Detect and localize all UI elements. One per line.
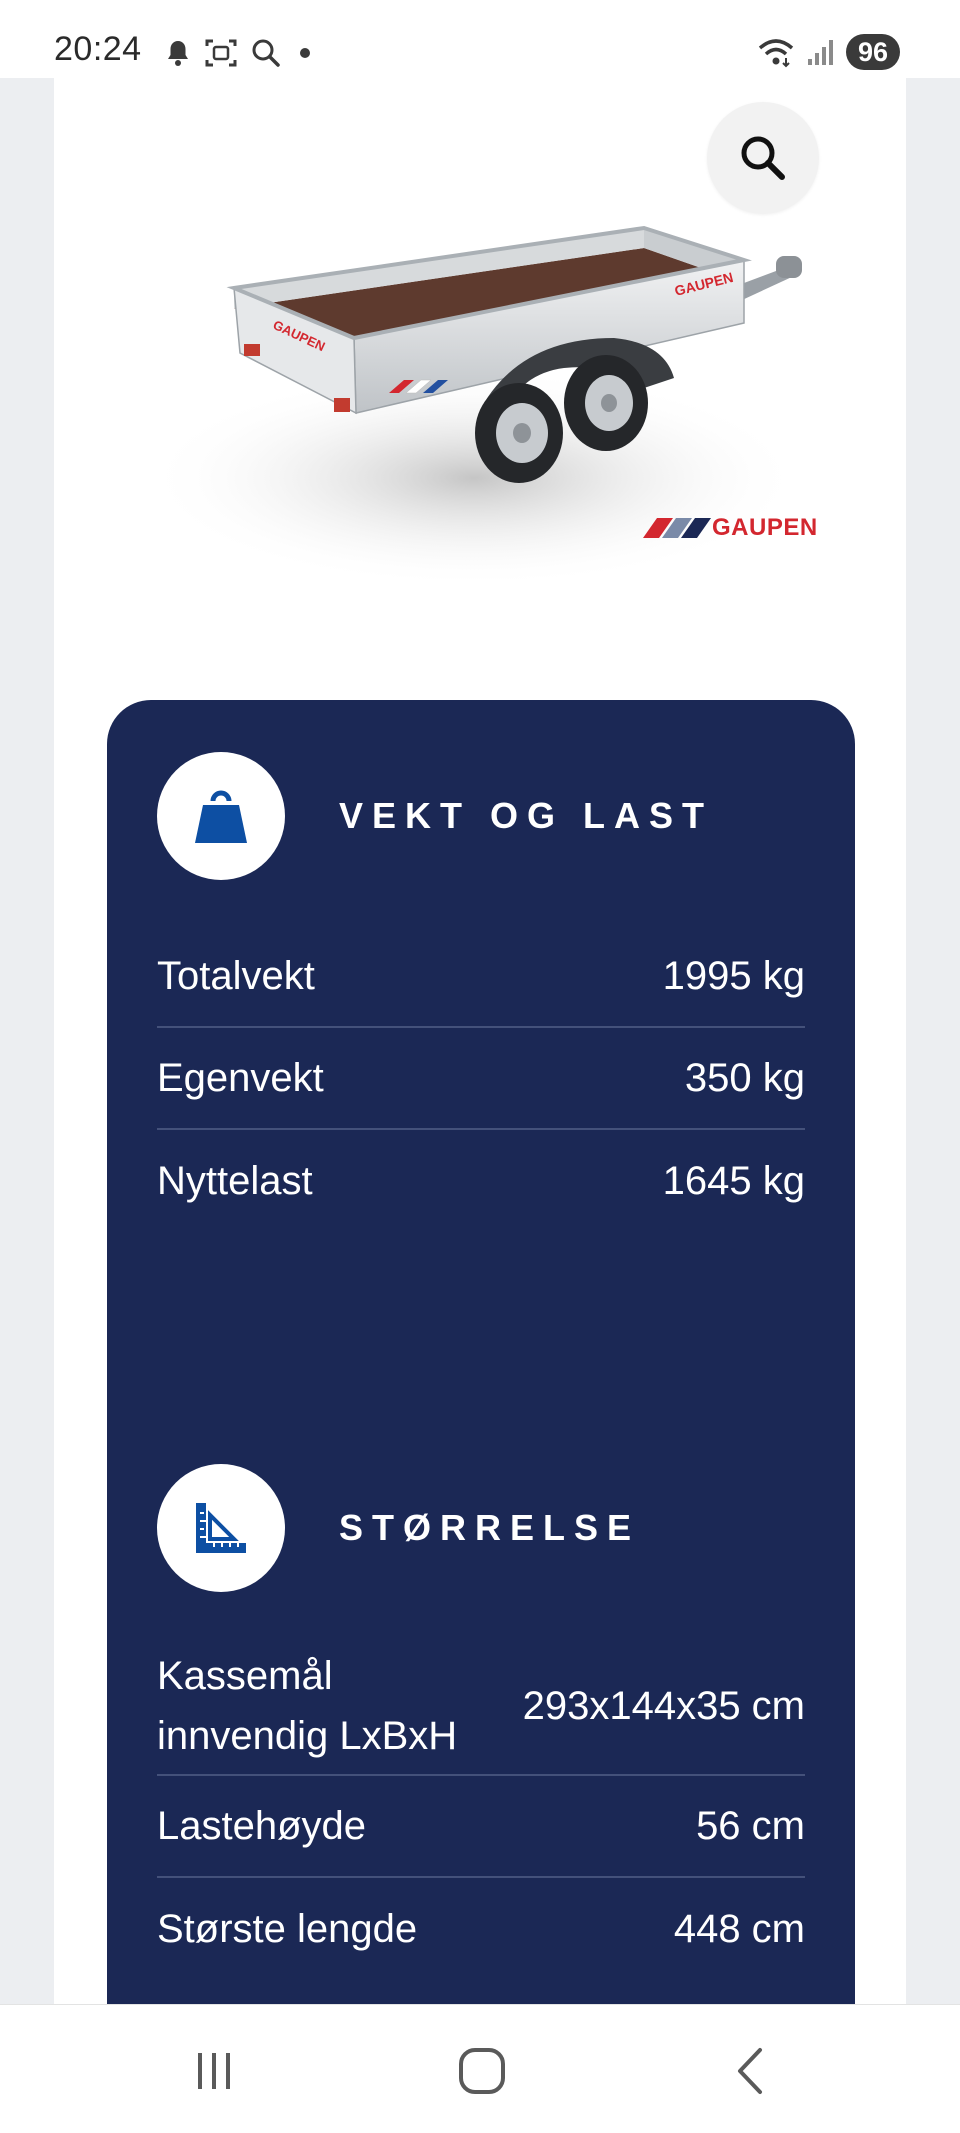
- size-section-title: STØRRELSE: [339, 1507, 641, 1548]
- spec-label: Lastehøyde: [157, 1804, 367, 1848]
- spec-label: Nyttelast: [157, 1159, 313, 1203]
- recent-apps-button[interactable]: [184, 2041, 244, 2101]
- home-button[interactable]: [452, 2041, 512, 2101]
- zoom-button[interactable]: [707, 102, 819, 214]
- spec-row-nyttelast: Nyttelast 1645 kg: [157, 1130, 805, 1232]
- status-icons-left: [165, 36, 315, 70]
- product-image[interactable]: GAUPEN GAUPEN: [144, 148, 864, 668]
- spec-value: 350 kg: [684, 1055, 805, 1100]
- ruler-icon: [196, 1503, 246, 1553]
- weight-section: VEKT OG LAST Totalvekt 1995 kg Egenvekt …: [157, 752, 805, 1232]
- size-section-header: STØRRELSE: [157, 1464, 805, 1592]
- spec-value: 448 cm: [673, 1906, 805, 1951]
- spec-row-egenvekt: Egenvekt 350 kg: [157, 1028, 805, 1130]
- home-icon: [459, 2048, 505, 2094]
- magnifier-icon: [741, 136, 785, 180]
- brand-stripes: [642, 518, 712, 538]
- back-button[interactable]: [720, 2041, 780, 2101]
- product-page: GAUPEN GAUPEN GAUPEN VEKT OG LAST Totalv…: [54, 78, 906, 2004]
- spec-row-kassemal: Kassemål innvendig LxBxH 293x144x35 cm: [157, 1638, 805, 1776]
- weight-icon-circle: [157, 752, 285, 880]
- size-rows: Kassemål innvendig LxBxH 293x144x35 cm L…: [157, 1638, 805, 1980]
- spec-label: Egenvekt: [157, 1056, 324, 1100]
- spec-value: 1995 kg: [662, 953, 805, 998]
- spec-value: 1645 kg: [662, 1158, 805, 1203]
- wifi-icon: [758, 39, 794, 68]
- spec-value: 56 cm: [696, 1803, 805, 1848]
- weight-section-header: VEKT OG LAST: [157, 752, 805, 880]
- spec-label: Kassemål innvendig LxBxH: [157, 1654, 458, 1758]
- ruler-icon-circle: [157, 1464, 285, 1592]
- status-icons-right: 96: [756, 32, 900, 72]
- spec-value: 293x144x35 cm: [522, 1683, 805, 1728]
- back-icon: [738, 2048, 762, 2094]
- dot-icon: [300, 48, 310, 58]
- system-nav-bar: [0, 2004, 960, 2133]
- spec-row-totalvekt: Totalvekt 1995 kg: [157, 926, 805, 1028]
- weight-rows: Totalvekt 1995 kg Egenvekt 350 kg Nyttel…: [157, 926, 805, 1232]
- size-section: STØRRELSE Kassemål innvendig LxBxH 293x1…: [157, 1464, 805, 1980]
- brand-name: GAUPEN: [712, 514, 818, 541]
- spec-row-storste-lengde: Største lengde 448 cm: [157, 1878, 805, 1980]
- status-bar: 20:24 96: [0, 0, 960, 78]
- brand-logo: GAUPEN: [642, 514, 818, 542]
- search-icon: [252, 39, 280, 67]
- recent-apps-icon: [198, 2053, 230, 2089]
- weight-section-title: VEKT OG LAST: [339, 795, 714, 836]
- spec-card: VEKT OG LAST Totalvekt 1995 kg Egenvekt …: [107, 700, 855, 2004]
- weight-icon: [195, 790, 247, 843]
- bell-icon: [168, 41, 188, 66]
- signal-icon: [807, 40, 833, 65]
- spec-row-lastehoyde: Lastehøyde 56 cm: [157, 1776, 805, 1878]
- status-time: 20:24: [54, 30, 142, 68]
- spec-label: Største lengde: [157, 1907, 418, 1951]
- spec-label: Totalvekt: [157, 954, 315, 998]
- screenshot-icon: [205, 39, 237, 67]
- battery-level: 96: [845, 34, 900, 70]
